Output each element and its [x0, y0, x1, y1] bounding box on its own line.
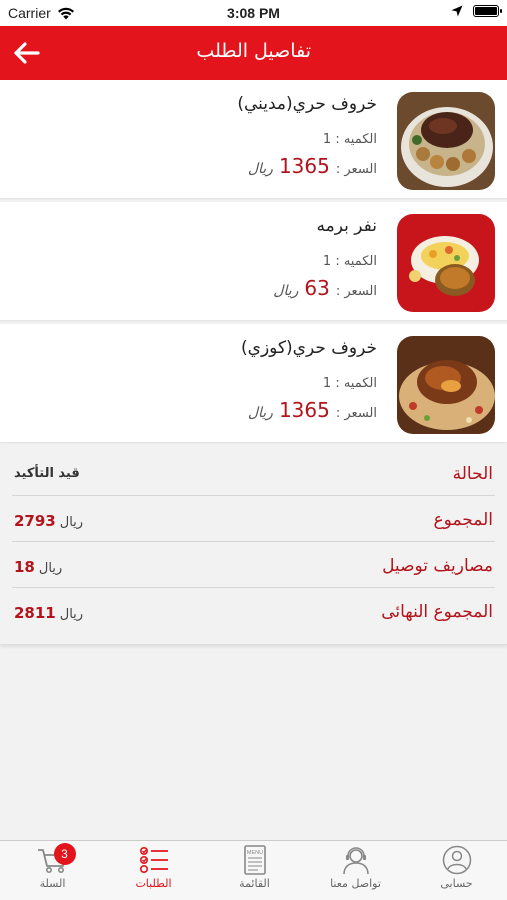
summary-row-final: المجموع النهائى 2811 ريال: [12, 589, 495, 634]
currency-label: ريال: [59, 607, 84, 622]
dish-image: [397, 214, 495, 312]
delivery-label: مصاريف توصيل: [382, 556, 493, 576]
back-arrow-icon: [14, 42, 40, 64]
menu-book-icon: MENU: [243, 845, 266, 875]
order-item[interactable]: خروف حري(مديني) الكميه : 1 السعر : 1365 …: [0, 80, 507, 198]
delivery-value: 18: [14, 558, 35, 576]
clock: 3:08 PM: [227, 5, 280, 21]
price-label: السعر :: [335, 284, 377, 299]
total-value-wrap: 2793 ريال: [14, 512, 83, 530]
dish-quantity: الكميه : 1: [322, 376, 377, 391]
final-value-wrap: 2811 ريال: [14, 604, 83, 622]
menu-icon-text: MENU: [246, 850, 262, 856]
order-summary: الحالة قيد التأكيد المجموع 2793 ريال مصا…: [0, 447, 507, 645]
dish-price-line: السعر : 1365 ريال: [248, 398, 377, 422]
page-title: تفاصيل الطلب: [196, 40, 311, 62]
currency-label: ريال: [38, 561, 63, 576]
user-icon: [442, 845, 471, 875]
dish-name: خروف حري(مديني): [237, 94, 377, 114]
account-icon-wrap: [440, 845, 474, 875]
cart-icon-wrap: 3: [36, 843, 76, 875]
price-value: 1365: [278, 154, 330, 178]
dish-price-line: السعر : 1365 ريال: [248, 154, 377, 178]
dish-image: [397, 92, 495, 190]
orders-icon-wrap: [137, 845, 171, 875]
summary-row-delivery: مصاريف توصيل 18 ريال: [12, 543, 495, 588]
contact-icon-wrap: [339, 845, 373, 875]
tab-contact[interactable]: تواصل معنا: [305, 845, 406, 899]
status-bar: Carrier 3:08 PM: [0, 0, 507, 26]
price-value: 63: [304, 276, 330, 300]
tab-label: السلة: [39, 877, 66, 890]
menu-icon-wrap: MENU: [238, 845, 272, 875]
price-label: السعر :: [335, 406, 377, 421]
status-value-wrap: قيد التأكيد: [14, 466, 80, 481]
currency-label: ريال: [247, 161, 273, 177]
status-value: قيد التأكيد: [14, 466, 80, 481]
cart-badge: 3: [53, 843, 76, 865]
summary-row-total: المجموع 2793 ريال: [12, 497, 495, 542]
support-agent-icon: [342, 847, 369, 875]
price-label: السعر :: [335, 162, 377, 177]
dish-name: نفر برمه: [316, 216, 377, 236]
total-label: المجموع: [433, 510, 493, 530]
currency-label: ريال: [273, 283, 299, 299]
tab-account[interactable]: حسابى: [406, 845, 507, 899]
order-item[interactable]: خروف حري(كوزي) الكميه : 1 السعر : 1365 ر…: [0, 324, 507, 442]
dish-quantity: الكميه : 1: [322, 132, 377, 147]
dish-image: [397, 336, 495, 434]
tab-bar: 3 السلة الطلبات MENU القائمة تواصل معنا …: [0, 840, 507, 900]
final-total-value: 2811: [14, 604, 56, 622]
order-item[interactable]: نفر برمه الكميه : 1 السعر : 63 ريال: [0, 202, 507, 320]
tab-menu[interactable]: MENU القائمة: [204, 845, 305, 899]
final-total-label: المجموع النهائى: [381, 602, 493, 622]
back-button[interactable]: [10, 36, 44, 70]
dish-price-line: السعر : 63 ريال: [273, 276, 377, 300]
tab-label: حسابى: [440, 877, 473, 890]
nav-header: تفاصيل الطلب: [0, 26, 507, 80]
delivery-value-wrap: 18 ريال: [14, 558, 62, 576]
dish-quantity: الكميه : 1: [322, 254, 377, 269]
status-label: الحالة: [452, 464, 493, 484]
tab-label: القائمة: [239, 877, 270, 890]
orders-list-icon: [139, 846, 168, 873]
tab-cart[interactable]: 3 السلة: [2, 843, 103, 899]
battery-icon: [473, 5, 502, 17]
summary-row-status: الحالة قيد التأكيد: [12, 451, 495, 496]
tab-label: تواصل معنا: [330, 877, 381, 890]
currency-label: ريال: [247, 405, 273, 421]
tab-orders[interactable]: الطلبات: [103, 845, 204, 899]
location-arrow-icon: [451, 5, 463, 17]
currency-label: ريال: [59, 515, 84, 530]
dish-name: خروف حري(كوزي): [241, 338, 377, 358]
tab-label: الطلبات: [135, 877, 172, 890]
total-value: 2793: [14, 512, 56, 530]
price-value: 1365: [278, 398, 330, 422]
